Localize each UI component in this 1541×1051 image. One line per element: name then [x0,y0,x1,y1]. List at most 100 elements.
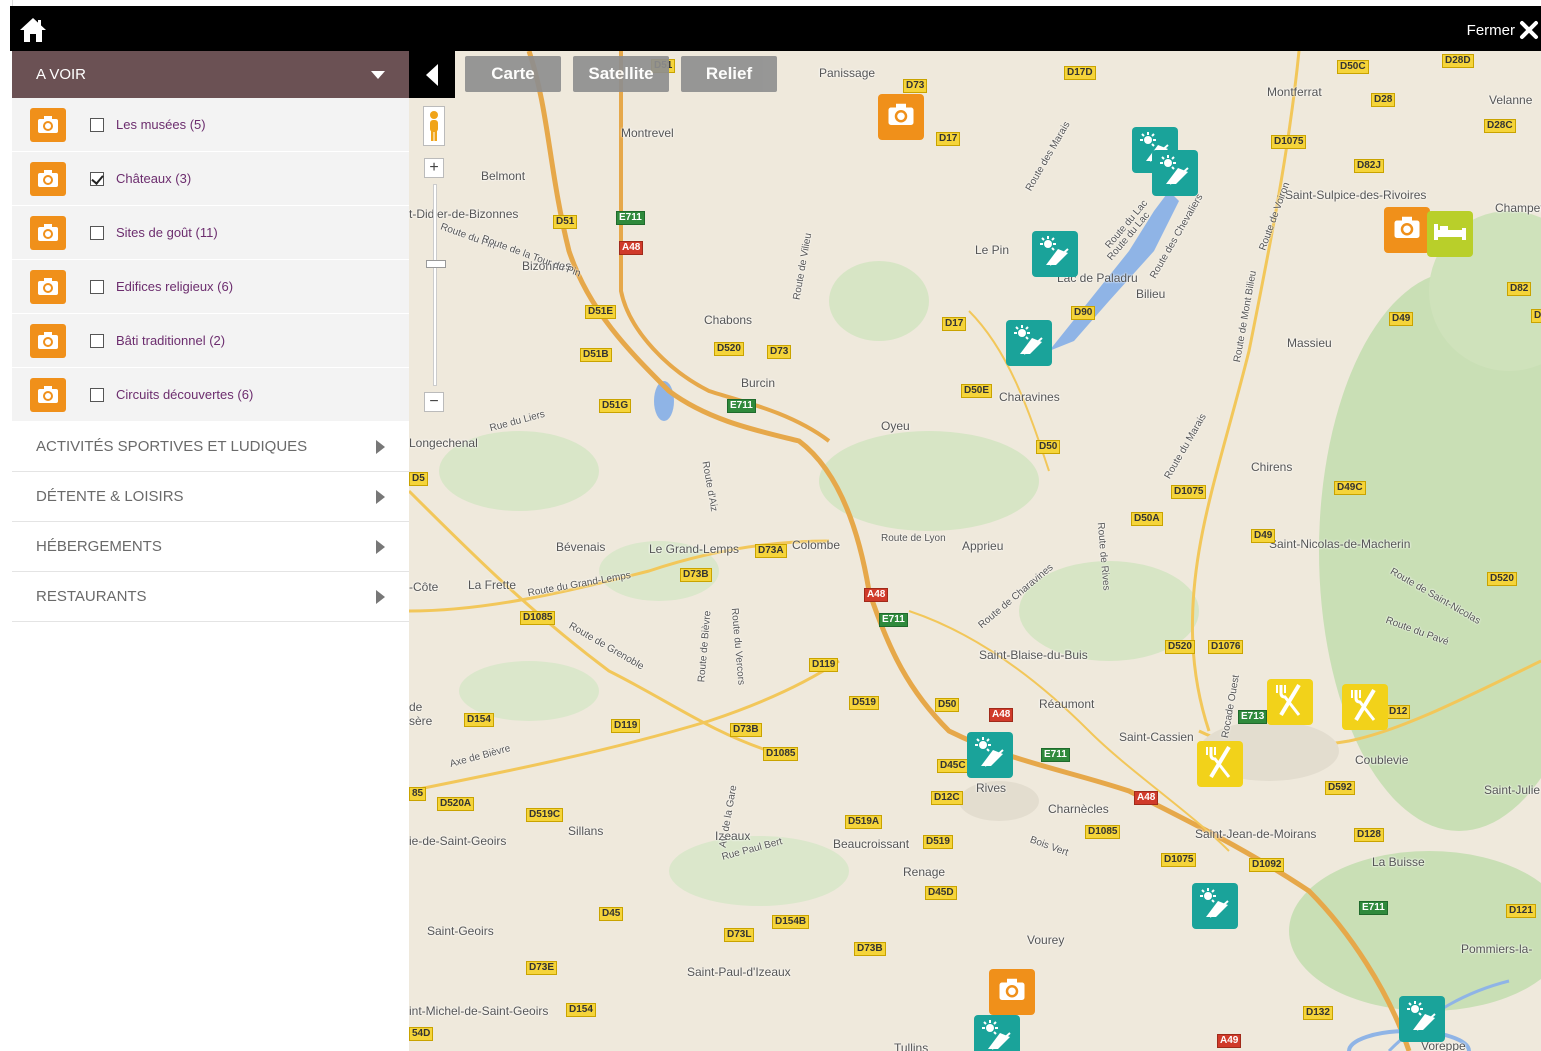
road-number-label: D28 [1371,93,1396,107]
caret-right-icon [376,439,385,454]
map-place-label: Champet [1495,201,1541,215]
collapse-sidebar-button[interactable] [409,51,455,98]
category-label[interactable]: Les musées (5) [116,117,206,132]
category-label[interactable]: Edifices religieux (6) [116,279,233,294]
map-type-satellite[interactable]: Satellite [573,56,669,92]
caret-right-icon [376,489,385,504]
road-number-label: D519A [845,815,883,829]
road-number-label: D154B [772,915,810,929]
road-number-label: D45 [599,907,624,921]
section-header[interactable]: RESTAURANTS [12,572,409,622]
map-place-label: Panissage [819,66,876,80]
map-marker-beach[interactable] [1006,320,1052,366]
map-marker-beach[interactable] [1399,996,1445,1042]
road-number-label: D82 [1507,282,1532,296]
road-number-label: E711 [616,211,645,225]
camera-icon [30,107,66,142]
category-item[interactable]: Les musées (5) [12,98,409,152]
caret-right-icon [376,539,385,554]
map-marker-beach[interactable] [967,732,1013,778]
road-number-label: D49C [1334,481,1366,495]
category-label[interactable]: Châteaux (3) [116,171,191,186]
restaurant-icon [1350,688,1380,727]
category-checkbox[interactable] [90,117,104,132]
section-header[interactable]: DÉTENTE & LOISIRS [12,472,409,522]
map-place-label: Saint-Blaise-du-Buis [979,648,1088,662]
camera-icon [30,377,66,412]
app-frame: Fermer A VOIR Les musées (5) Châteaux (3)… [0,0,1541,1051]
road-number-label: D50E [961,384,993,398]
road-number-label: D73B [680,568,712,582]
street-view-pegman[interactable] [423,106,445,146]
zoom-in-button[interactable]: + [424,158,444,178]
map-marker-camera[interactable] [1384,207,1430,253]
road-number-label: E713 [1238,710,1268,724]
map-marker-camera[interactable] [878,94,924,140]
road-number-label: D50 [1036,440,1061,454]
camera-icon [1392,215,1422,246]
category-label[interactable]: Bâti traditionnel (2) [116,333,225,348]
camera-icon [30,323,66,358]
category-checkbox[interactable] [90,279,104,294]
road-number-label: A48 [1134,791,1159,805]
section-header[interactable]: ACTIVITÉS SPORTIVES ET LUDIQUES [12,422,409,472]
road-number-label: A48 [989,708,1014,722]
road-number-label: D73E [526,961,558,975]
section-header[interactable]: HÉBERGEMENTS [12,522,409,572]
map-marker-beach[interactable] [1032,231,1078,277]
map-marker-restaurant[interactable] [1267,679,1313,725]
category-item[interactable]: Châteaux (3) [12,152,409,206]
road-number-label: D519 [849,696,879,710]
road-number-label: D132 [1303,1006,1333,1020]
section-header-a-voir[interactable]: A VOIR [12,51,409,98]
map-marker-camera[interactable] [989,969,1035,1015]
map-place-label: Saint-Julie [1484,783,1541,797]
map-place-label: de [409,700,423,714]
category-item[interactable]: Bâti traditionnel (2) [12,314,409,368]
zoom-slider-thumb[interactable] [426,260,446,268]
category-checkbox[interactable] [90,225,104,240]
map-marker-restaurant[interactable] [1342,684,1388,730]
category-label[interactable]: Sites de goût (11) [116,225,218,240]
map-type-relief[interactable]: Relief [681,56,777,92]
camera-icon [30,215,66,250]
road-number-label: E711 [1041,748,1070,762]
map-view[interactable]: Panissage Montrevel Belmont t-Didier-de-Biz… [409,51,1541,1051]
top-bar: Fermer [10,6,1541,51]
camera-icon [30,269,66,304]
map-place-label: Sillans [568,824,604,838]
zoom-slider[interactable] [426,184,446,386]
road-number-label: A48 [619,241,644,255]
beach-icon [980,1019,1014,1051]
road-number-label: D520 [714,342,744,356]
road-number-label: D51E [585,305,617,319]
home-icon[interactable] [18,16,48,44]
category-checkbox[interactable] [90,333,104,348]
category-item[interactable]: Edifices religieux (6) [12,260,409,314]
map-marker-beach[interactable] [974,1015,1020,1051]
road-number-label: D49 [1251,529,1276,543]
category-label[interactable]: Circuits découvertes (6) [116,387,253,402]
road-number-label: E711 [727,399,756,413]
close-button[interactable]: Fermer [1467,20,1539,40]
road-number-label: D82J [1354,159,1384,173]
beach-icon [1405,1000,1439,1039]
category-item[interactable]: Sites de goût (11) [12,206,409,260]
map-marker-restaurant[interactable] [1197,741,1243,787]
map-place-label: Saint-Nicolas-de-Macherin [1269,537,1411,551]
map-place-label: Tullins [894,1041,929,1051]
category-checkbox[interactable] [90,171,104,186]
road-number-label: D17D [1064,66,1096,80]
map-place-label: sère [409,714,433,728]
map-marker-beach[interactable] [1192,883,1238,929]
category-item[interactable]: Circuits découvertes (6) [12,368,409,422]
category-checkbox[interactable] [90,387,104,402]
map-marker-bed[interactable] [1427,211,1473,257]
map-type-carte[interactable]: Carte [465,56,561,92]
map-place-label: Saint-Jean-de-Moirans [1195,827,1317,841]
road-number-label: D1085 [1085,825,1121,839]
road-number-label: E711 [879,613,908,627]
road-number-label: D592 [1325,781,1355,795]
map-marker-beach[interactable] [1152,150,1198,196]
zoom-out-button[interactable]: − [424,392,444,412]
